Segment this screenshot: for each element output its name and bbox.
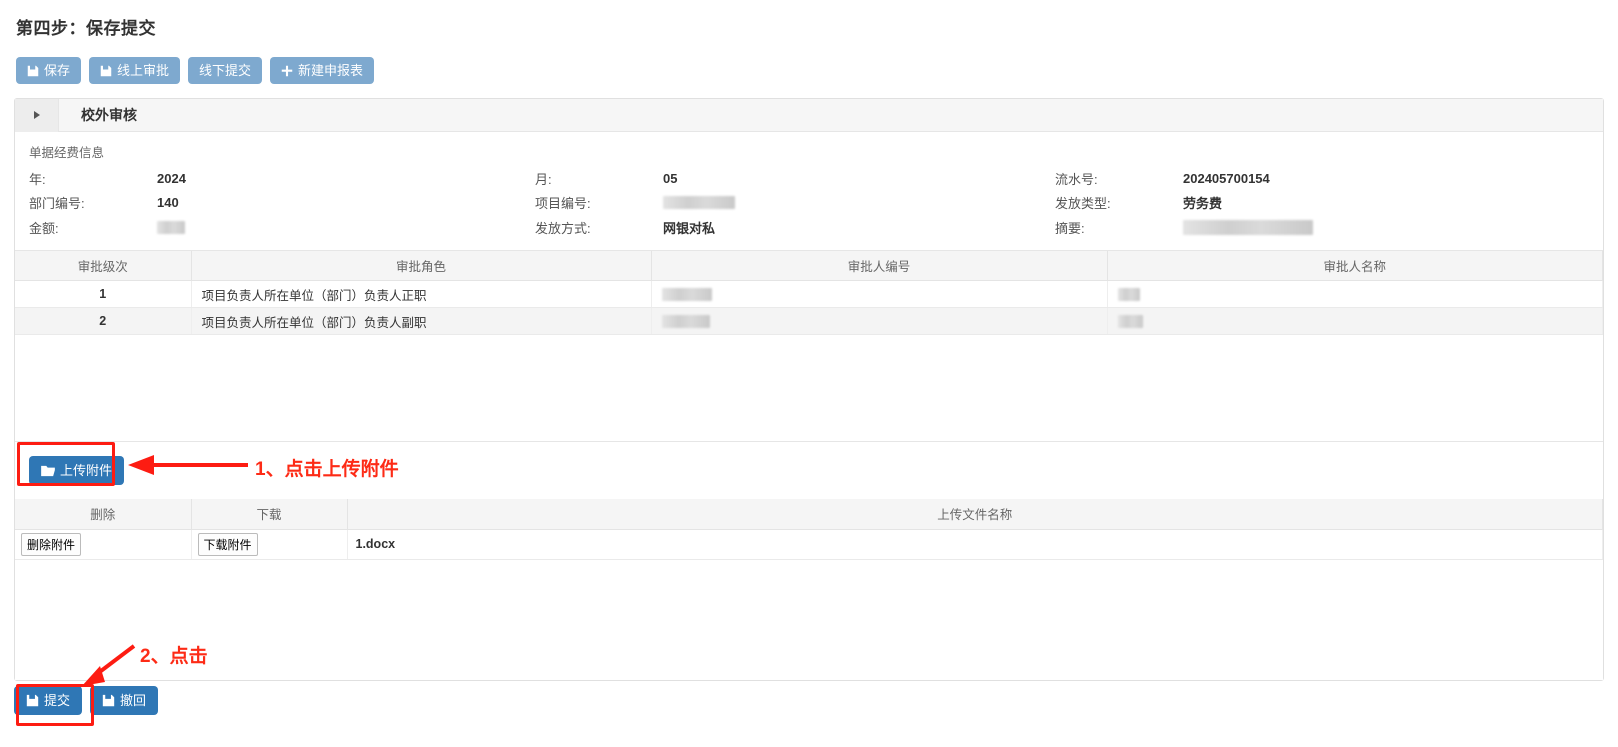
info-label: 摘要: [1055, 218, 1183, 237]
cell-level: 2 [15, 308, 191, 335]
new-declaration-button[interactable]: 新建申报表 [270, 57, 374, 84]
cell-role: 项目负责人所在单位（部门）负责人正职 [191, 281, 651, 308]
new-declaration-label: 新建申报表 [298, 64, 363, 77]
folder-icon [41, 465, 55, 477]
info-value: 05 [663, 171, 677, 186]
page-root: 第四步：保存提交 保存 线上审批 线下提交 新建申报表 [0, 0, 1618, 747]
info-label: 金额: [29, 218, 157, 237]
approval-table: 审批级次 审批角色 审批人编号 审批人名称 1 项目负责人所在单位（部门）负责人… [15, 251, 1603, 336]
table-header-row: 审批级次 审批角色 审批人编号 审批人名称 [15, 251, 1603, 281]
cell-approver-id [651, 281, 1107, 308]
info-value: 140 [157, 195, 179, 210]
save-icon [102, 694, 115, 707]
redacted-value [157, 221, 185, 234]
annotation-step1-text: 1、点击上传附件 [255, 454, 399, 481]
withdraw-button-label: 撤回 [120, 694, 146, 707]
submit-button[interactable]: 提交 [14, 686, 82, 715]
info-label: 发放类型: [1055, 193, 1183, 212]
info-value: 2024 [157, 171, 186, 186]
info-field-payout-method: 发放方式: 网银对私 [535, 218, 1055, 237]
approval-table-empty-space [15, 335, 1603, 441]
column-header-download: 下载 [191, 499, 347, 529]
redacted-value [663, 196, 735, 209]
footer-actions: 提交 撤回 [14, 686, 158, 715]
info-row: 金额: 发放方式: 网银对私 摘要: [15, 215, 1603, 240]
page-title: 第四步：保存提交 [16, 14, 156, 39]
cell-level: 1 [15, 281, 191, 308]
column-header-delete: 删除 [15, 499, 191, 529]
cell-role: 项目负责人所在单位（部门）负责人副职 [191, 308, 651, 335]
info-field-dept-code: 部门编号: 140 [15, 193, 535, 212]
cell-delete: 删除附件 [15, 529, 191, 559]
column-header-approver-name: 审批人名称 [1107, 251, 1603, 281]
redacted-value [1183, 220, 1313, 235]
online-approval-label: 线上审批 [117, 64, 169, 77]
attachment-table: 删除 下载 上传文件名称 删除附件 下载附件 1.docx [15, 499, 1603, 560]
cell-approver-id [651, 308, 1107, 335]
cell-filename: 1.docx [347, 529, 1603, 559]
annotation-step2-text: 2、点击 [140, 641, 208, 668]
column-header-filename: 上传文件名称 [347, 499, 1603, 529]
info-label: 项目编号: [535, 193, 663, 212]
offline-submit-button[interactable]: 线下提交 [188, 57, 262, 84]
save-icon [27, 65, 39, 77]
withdraw-button[interactable]: 撤回 [90, 686, 158, 715]
table-row[interactable]: 1 项目负责人所在单位（部门）负责人正职 [15, 281, 1603, 308]
plus-icon [281, 65, 293, 77]
upload-attachment-label: 上传附件 [60, 464, 112, 477]
info-field-project-code: 项目编号: [535, 193, 1055, 212]
info-value: 劳务费 [1183, 193, 1222, 212]
save-button[interactable]: 保存 [16, 57, 81, 84]
table-header-row: 删除 下载 上传文件名称 [15, 499, 1603, 529]
info-field-summary: 摘要: [1055, 218, 1603, 237]
info-field-month: 月: 05 [535, 169, 1055, 188]
info-label: 流水号: [1055, 169, 1183, 188]
info-label: 月: [535, 169, 663, 188]
approval-panel: 校外审核 单据经费信息 年: 2024 月: 05 流水号: 202405700… [14, 98, 1604, 681]
info-value: 网银对私 [663, 218, 715, 237]
invoice-info-block: 单据经费信息 年: 2024 月: 05 流水号: 202405700154 部… [15, 132, 1603, 251]
list-item: 删除附件 下载附件 1.docx [15, 529, 1603, 559]
invoice-info-caption: 单据经费信息 [29, 142, 1603, 161]
save-icon [100, 65, 112, 77]
upload-attachment-button[interactable]: 上传附件 [29, 456, 124, 485]
panel-title: 校外审核 [81, 105, 137, 125]
info-field-payout-type: 发放类型: 劳务费 [1055, 193, 1603, 212]
info-field-serial: 流水号: 202405700154 [1055, 169, 1603, 188]
info-row: 年: 2024 月: 05 流水号: 202405700154 [15, 166, 1603, 191]
cell-download: 下载附件 [191, 529, 347, 559]
column-header-role: 审批角色 [191, 251, 651, 281]
offline-submit-label: 线下提交 [199, 64, 251, 77]
info-field-amount: 金额: [15, 218, 535, 237]
panel-collapse-toggle[interactable] [15, 99, 59, 132]
info-label: 年: [29, 169, 157, 188]
panel-header: 校外审核 [15, 99, 1603, 132]
save-button-label: 保存 [44, 64, 70, 77]
column-header-approver-id: 审批人编号 [651, 251, 1107, 281]
approval-table-wrapper: 审批级次 审批角色 审批人编号 审批人名称 1 项目负责人所在单位（部门）负责人… [15, 251, 1603, 443]
delete-attachment-button[interactable]: 删除附件 [21, 533, 81, 556]
toolbar: 保存 线上审批 线下提交 新建申报表 [16, 57, 374, 84]
online-approval-button[interactable]: 线上审批 [89, 57, 180, 84]
triangle-right-icon [34, 111, 40, 119]
info-value: 202405700154 [1183, 171, 1270, 186]
info-label: 部门编号: [29, 193, 157, 212]
save-icon [26, 694, 39, 707]
info-row: 部门编号: 140 项目编号: 发放类型: 劳务费 [15, 191, 1603, 216]
table-row[interactable]: 2 项目负责人所在单位（部门）负责人副职 [15, 308, 1603, 335]
attachment-table-empty-space [15, 560, 1603, 680]
attachment-toolbar: 上传附件 [15, 442, 1603, 499]
info-field-year: 年: 2024 [15, 169, 535, 188]
info-label: 发放方式: [535, 218, 663, 237]
cell-approver-name [1107, 308, 1603, 335]
submit-button-label: 提交 [44, 694, 70, 707]
download-attachment-button[interactable]: 下载附件 [198, 533, 258, 556]
cell-approver-name [1107, 281, 1603, 308]
column-header-level: 审批级次 [15, 251, 191, 281]
